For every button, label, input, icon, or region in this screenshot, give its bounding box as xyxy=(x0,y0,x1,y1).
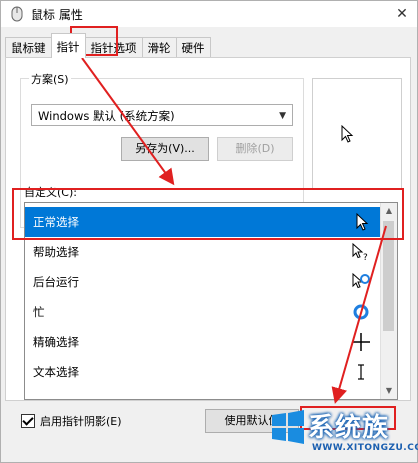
watermark-text: 系统族 xyxy=(308,413,390,443)
arrow-to-list xyxy=(81,57,175,186)
watermark-url: WWW.XITONGZU.COM xyxy=(312,443,418,453)
site-watermark: 系统族 WWW.XITONGZU.COM xyxy=(268,401,418,461)
arrow-to-browse xyxy=(331,225,387,404)
annotation-arrows xyxy=(81,57,387,404)
windows-logo-icon xyxy=(272,410,304,444)
tab-pointers[interactable]: 指针 xyxy=(50,33,86,58)
